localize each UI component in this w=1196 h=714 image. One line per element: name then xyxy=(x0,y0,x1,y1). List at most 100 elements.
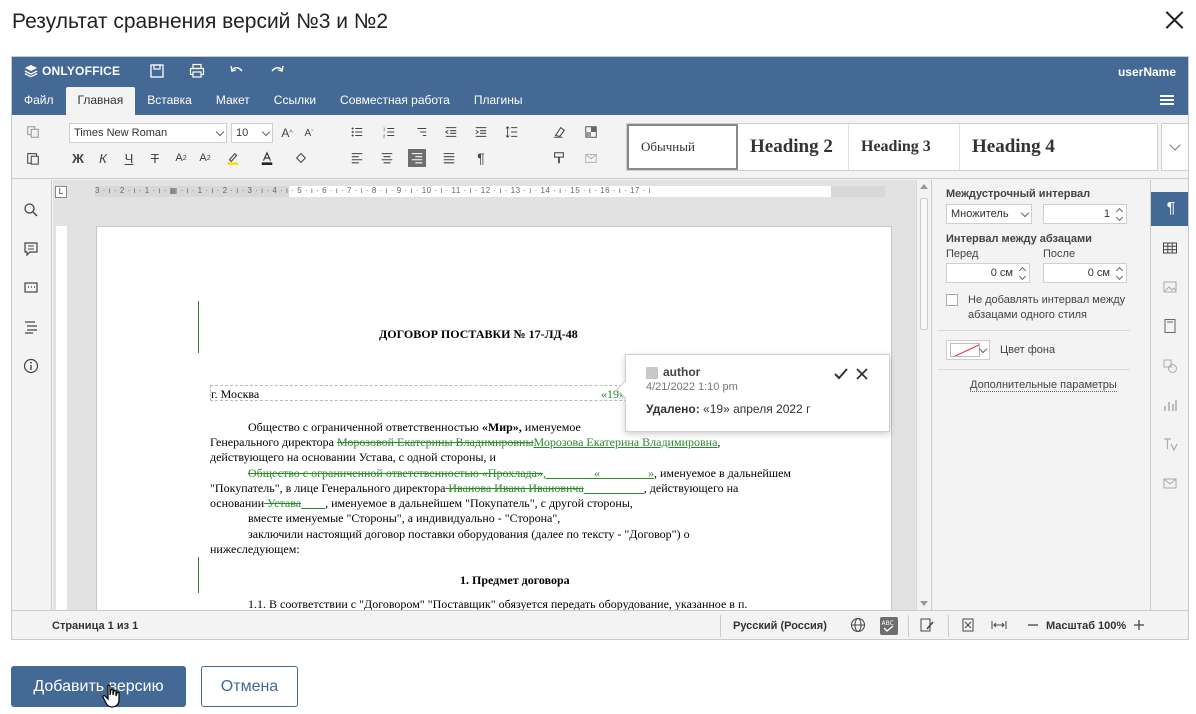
tab-home[interactable]: Главная xyxy=(65,87,136,115)
zoom-out-icon[interactable] xyxy=(1025,617,1043,635)
superscript-icon[interactable]: A2 xyxy=(172,149,190,167)
track-changes-icon[interactable] xyxy=(919,617,937,635)
decrease-font-icon[interactable]: Aˇ xyxy=(300,124,318,142)
image-settings-icon[interactable] xyxy=(1162,279,1180,297)
style-heading-2[interactable]: Heading 2 xyxy=(738,124,849,170)
line-spacing-value: 1 xyxy=(1103,208,1110,220)
redo-icon[interactable] xyxy=(266,62,288,80)
align-left-icon[interactable] xyxy=(348,149,366,167)
language-selector[interactable]: Русский (Россия) xyxy=(733,620,827,632)
background-color-picker[interactable] xyxy=(946,340,990,360)
mail-merge-settings-icon[interactable] xyxy=(1162,475,1180,493)
tab-layout[interactable]: Макет xyxy=(204,87,262,115)
username[interactable]: userName xyxy=(1118,65,1176,79)
spell-check-icon[interactable]: ABC xyxy=(880,617,898,635)
align-right-icon[interactable] xyxy=(408,149,426,167)
document-title: ДОГОВОР ПОСТАВКИ № 17-ЛД-48 xyxy=(379,327,578,341)
advanced-settings-link[interactable]: Дополнительные параметры xyxy=(970,379,1117,392)
zoom-in-icon[interactable] xyxy=(1131,617,1149,635)
spinner-icon[interactable] xyxy=(1116,266,1123,280)
menu-icon[interactable] xyxy=(1160,95,1174,105)
page-counter[interactable]: Страница 1 из 1 xyxy=(52,620,138,632)
italic-icon[interactable]: К xyxy=(94,149,112,167)
accept-change-icon[interactable] xyxy=(833,366,849,382)
tab-collaboration[interactable]: Совместная работа xyxy=(328,87,462,115)
spacing-after-input[interactable]: 0 см xyxy=(1043,263,1127,283)
reject-change-icon[interactable] xyxy=(854,366,870,382)
chat-icon[interactable] xyxy=(23,280,41,298)
style-normal[interactable]: Обычный xyxy=(627,124,738,170)
add-version-button[interactable]: Добавить версию xyxy=(11,666,186,707)
section-heading: 1. Предмет договора xyxy=(460,573,570,587)
tab-plugins[interactable]: Плагины xyxy=(462,87,535,115)
horizontal-ruler[interactable]: 3 · ı · 2 · ı · 1 · ı · ▦ · ı · 1 · ı · … xyxy=(95,186,885,197)
font-color-icon[interactable] xyxy=(258,149,276,167)
style-heading-3[interactable]: Heading 3 xyxy=(849,124,960,170)
increase-font-icon[interactable]: A ^ xyxy=(278,124,296,142)
paragraph-settings-icon[interactable]: ¶ xyxy=(1162,200,1180,218)
fit-width-icon[interactable] xyxy=(991,617,1009,635)
no-spacing-checkbox[interactable] xyxy=(946,294,958,306)
divider xyxy=(720,615,721,637)
info-icon[interactable] xyxy=(23,358,41,376)
paragraph-shading-icon[interactable] xyxy=(292,149,310,167)
increase-indent-icon[interactable] xyxy=(472,123,490,141)
search-icon[interactable] xyxy=(23,202,41,220)
chevron-down-icon xyxy=(978,344,988,354)
highlight-icon[interactable] xyxy=(224,149,242,167)
vertical-scrollbar[interactable] xyxy=(916,180,930,610)
scroll-down-icon[interactable] xyxy=(920,601,928,606)
tab-file[interactable]: Файл xyxy=(12,87,66,115)
line-spacing-mode-select[interactable]: Множитель xyxy=(946,204,1032,224)
header-footer-icon[interactable] xyxy=(1162,318,1180,336)
mail-merge-icon[interactable] xyxy=(582,149,600,167)
bold-icon[interactable]: Ж xyxy=(69,149,87,167)
vertical-ruler[interactable] xyxy=(56,226,67,610)
undo-icon[interactable] xyxy=(226,62,248,80)
font-name-select[interactable]: Times New Roman xyxy=(69,123,227,143)
color-scheme-icon[interactable] xyxy=(582,123,600,141)
fit-page-icon[interactable] xyxy=(960,617,978,635)
style-heading-4[interactable]: Heading 4 xyxy=(960,124,1071,170)
globe-icon[interactable] xyxy=(850,617,868,635)
scroll-up-icon[interactable] xyxy=(920,184,928,189)
spacing-before-input[interactable]: 0 см xyxy=(946,263,1030,283)
text-art-icon[interactable] xyxy=(1162,436,1180,454)
copy-icon[interactable] xyxy=(24,123,42,141)
spinner-icon[interactable] xyxy=(1019,266,1026,280)
print-icon[interactable] xyxy=(186,62,208,80)
table-settings-icon[interactable] xyxy=(1162,240,1180,258)
shape-settings-icon[interactable] xyxy=(1162,358,1180,376)
line-spacing-icon[interactable] xyxy=(503,123,521,141)
cancel-button[interactable]: Отмена xyxy=(201,666,298,707)
clear-style-icon[interactable] xyxy=(550,123,568,141)
copy-style-icon[interactable] xyxy=(550,149,568,167)
deleted-text: Устава xyxy=(264,496,302,510)
align-center-icon[interactable] xyxy=(378,149,396,167)
bullet-list-icon[interactable] xyxy=(348,123,366,141)
styles-more-button[interactable] xyxy=(1161,123,1188,171)
comments-icon[interactable] xyxy=(23,241,41,259)
decrease-indent-icon[interactable] xyxy=(442,123,460,141)
change-bar xyxy=(198,301,199,353)
navigation-icon[interactable] xyxy=(23,319,41,337)
numbered-list-icon[interactable]: 12 xyxy=(380,123,398,141)
spinner-icon[interactable] xyxy=(1116,207,1123,221)
save-icon[interactable] xyxy=(146,62,168,80)
multilevel-list-icon[interactable] xyxy=(412,123,430,141)
tab-stop-selector[interactable]: L xyxy=(55,186,67,198)
tab-insert[interactable]: Вставка xyxy=(135,87,204,115)
underline-icon[interactable]: Ч xyxy=(120,149,138,167)
scrollbar-thumb[interactable] xyxy=(920,198,928,330)
no-spacing-label: Не добавлять интервал между абзацами одн… xyxy=(968,294,1126,321)
paste-icon[interactable] xyxy=(24,149,42,167)
line-spacing-value-input[interactable]: 1 xyxy=(1043,204,1127,224)
chart-settings-icon[interactable] xyxy=(1162,397,1180,415)
align-justify-icon[interactable] xyxy=(440,149,458,167)
font-size-select[interactable]: 10 xyxy=(231,123,273,143)
close-icon[interactable] xyxy=(1160,6,1188,34)
strikethrough-icon[interactable]: Т xyxy=(146,149,164,167)
nonprinting-chars-icon[interactable]: ¶ xyxy=(472,149,490,167)
tab-references[interactable]: Ссылки xyxy=(262,87,328,115)
subscript-icon[interactable]: A2 xyxy=(196,149,214,167)
